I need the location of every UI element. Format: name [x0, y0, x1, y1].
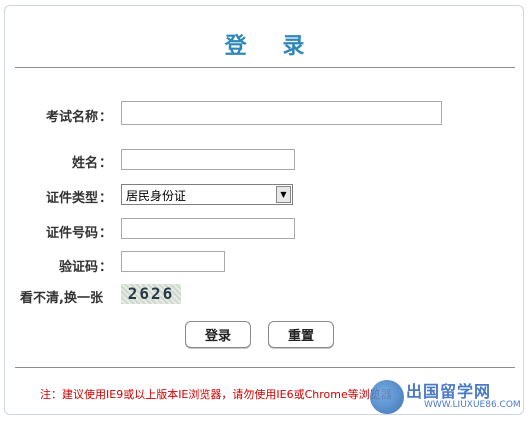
captcha-colon: ：: [99, 260, 113, 275]
name-input[interactable]: [121, 149, 295, 170]
watermark-url: WWW.LIUXUE86.COM: [424, 400, 521, 410]
id-type-select[interactable]: 居民身份证 ▼: [121, 184, 293, 205]
reset-button[interactable]: 重置: [268, 321, 334, 348]
id-number-input[interactable]: [121, 218, 295, 239]
captcha-refresh-link[interactable]: 看不清,换一张: [20, 287, 103, 306]
globe-icon: [370, 380, 404, 414]
id-type-selected: 居民身份证: [126, 189, 187, 203]
id-type-label: 证件类型: [45, 191, 98, 206]
watermark-brand: 出国留学网: [406, 382, 492, 401]
exam-name-input[interactable]: [121, 101, 442, 125]
name-colon: ：: [99, 156, 113, 171]
name-label: 姓名: [71, 156, 98, 171]
exam-name-colon: ：: [99, 110, 113, 125]
divider-bottom: [15, 367, 515, 368]
browser-notice: 注：建议使用IE9或以上版本IE浏览器，请勿使用IE6或Chrome等浏览器: [40, 388, 392, 401]
exam-name-label: 考试名称: [45, 110, 98, 125]
watermark: 出国留学网 WWW.LIUXUE86.COM: [370, 378, 525, 416]
id-type-colon: ：: [99, 191, 113, 206]
captcha-image[interactable]: 2626: [121, 284, 181, 304]
id-number-label: 证件号码: [45, 226, 98, 241]
captcha-input[interactable]: [121, 251, 225, 272]
page-title: 登 录: [224, 34, 319, 59]
chevron-down-icon[interactable]: ▼: [276, 186, 291, 203]
id-number-colon: ：: [99, 226, 113, 241]
captcha-label: 验证码: [58, 260, 98, 275]
login-button[interactable]: 登录: [185, 321, 251, 348]
divider-top: [15, 67, 515, 68]
